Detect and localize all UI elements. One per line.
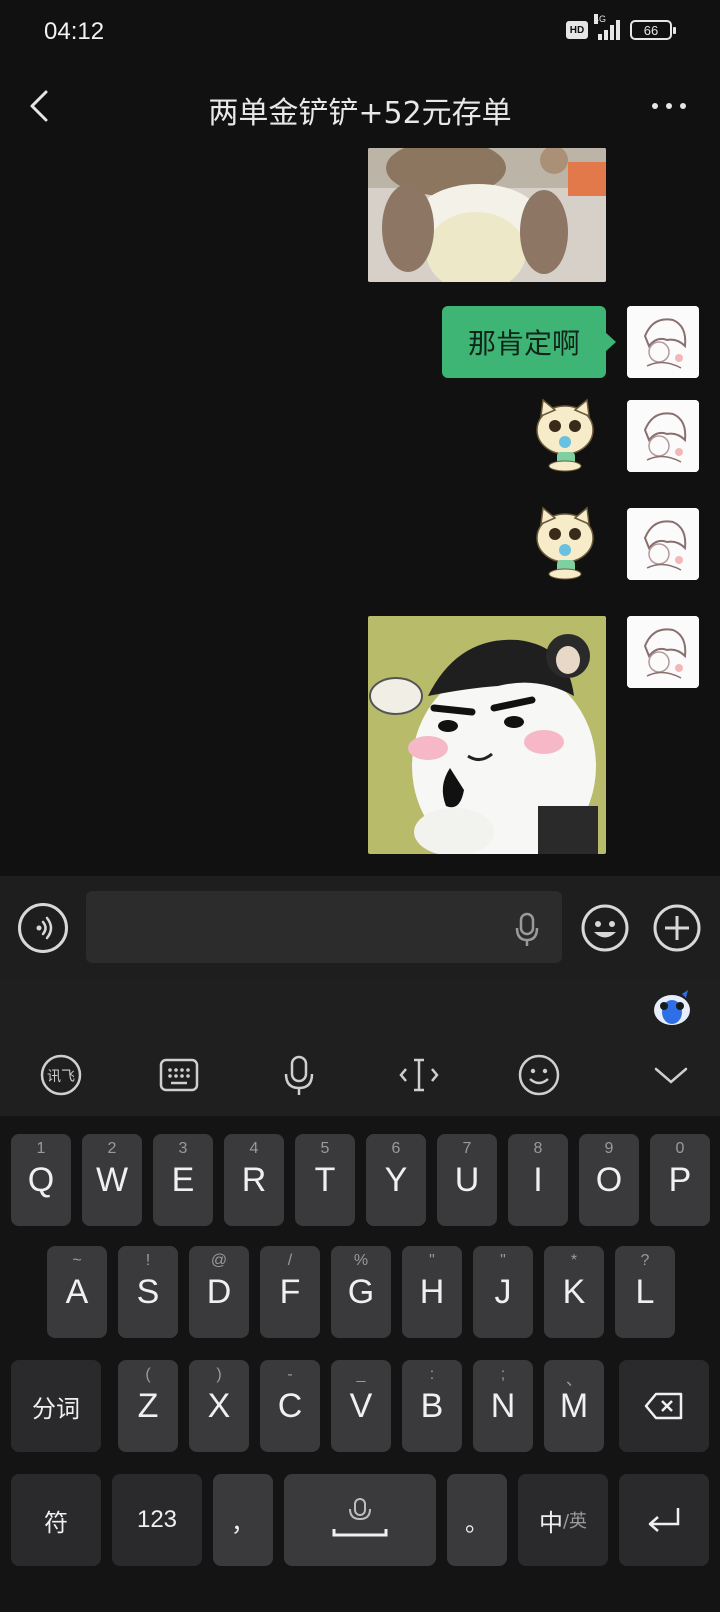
key-e[interactable]: 3E — [153, 1134, 213, 1226]
enter-key[interactable] — [619, 1474, 709, 1566]
ime-mascot-icon[interactable] — [652, 988, 692, 1028]
key-m[interactable]: 、 M — [544, 1360, 604, 1452]
key-v[interactable]: _ V — [331, 1360, 391, 1452]
plus-circle-icon[interactable] — [652, 903, 702, 953]
key-k[interactable]: * K — [544, 1246, 604, 1338]
more-horizontal-icon[interactable] — [652, 96, 686, 116]
message-input[interactable] — [86, 891, 562, 963]
key-a[interactable]: ~ A — [47, 1246, 107, 1338]
space-mic-icon — [332, 1498, 388, 1537]
key-b[interactable]: :B — [402, 1360, 462, 1452]
signal-icon: 4G — [594, 14, 620, 40]
key-j[interactable]: " J — [473, 1246, 533, 1338]
chat-messages: 那肯定啊 — [0, 148, 720, 876]
period-key[interactable]: 。 — [447, 1474, 507, 1566]
key-t[interactable]: 5T — [295, 1134, 355, 1226]
key-l[interactable]: ? L — [615, 1246, 675, 1338]
cow-thinking-sticker[interactable] — [368, 616, 606, 854]
symbol-key[interactable]: 符 — [11, 1474, 101, 1566]
key-o[interactable]: 9O — [579, 1134, 639, 1226]
key-h[interactable]: " H — [402, 1246, 462, 1338]
avatar[interactable] — [627, 616, 699, 688]
key-z[interactable]: (Z — [118, 1360, 178, 1452]
key-y[interactable]: 6Y — [366, 1134, 426, 1226]
ifly-icon[interactable]: 讯飞 — [38, 1052, 84, 1098]
enter-icon — [648, 1508, 680, 1532]
text-message-bubble[interactable]: 那肯定啊 — [441, 306, 617, 378]
key-g[interactable]: % G — [331, 1246, 391, 1338]
voice-icon[interactable] — [18, 903, 68, 953]
chat-header: 两单金铲铲+52元存单 — [0, 66, 720, 148]
key-p[interactable]: 0P — [650, 1134, 710, 1226]
key-w[interactable]: 2W — [82, 1134, 142, 1226]
collapse-icon[interactable] — [648, 1052, 694, 1098]
backspace-icon — [644, 1392, 683, 1420]
image-message[interactable] — [368, 148, 606, 282]
avatar[interactable] — [627, 508, 699, 580]
status-time: 04:12 — [44, 18, 105, 45]
chat-title: 两单金铲铲+52元存单 — [208, 96, 512, 131]
key-s[interactable]: ! S — [118, 1246, 178, 1338]
keyboard-keys: 1Q 2W 3E 4R 5T 6Y 7U 8I 9O 0P ~ A ! S @ D /… — [0, 1116, 720, 1612]
key-x[interactable]: ) X — [189, 1360, 249, 1452]
hd-icon: HD — [566, 21, 588, 39]
key-r[interactable]: 4R — [224, 1134, 284, 1226]
keyboard-icon[interactable] — [156, 1052, 202, 1098]
svg-text:讯飞: 讯飞 — [47, 1069, 75, 1085]
mic-icon[interactable] — [276, 1052, 322, 1098]
comma-key[interactable]: ， — [213, 1474, 273, 1566]
key-c[interactable]: -C — [260, 1360, 320, 1452]
message-text: 那肯定啊 — [467, 327, 580, 360]
key-n[interactable]: ; N — [473, 1360, 533, 1452]
mic-icon[interactable] — [514, 912, 540, 948]
status-icons: HD 4G 66 — [566, 14, 676, 40]
language-switch-key[interactable]: 中/英 — [518, 1474, 608, 1566]
segment-key[interactable]: 分词 — [11, 1360, 101, 1452]
input-bar — [0, 876, 720, 978]
battery-icon: 66 — [630, 20, 676, 40]
key-f[interactable]: / F — [260, 1246, 320, 1338]
status-bar: 04:12 HD 4G 66 — [0, 0, 720, 66]
cat-sticker[interactable] — [527, 394, 605, 472]
battery-level: 66 — [643, 22, 659, 38]
emoji-icon[interactable] — [516, 1052, 562, 1098]
avatar[interactable] — [627, 400, 699, 472]
network-type-label: 4G — [594, 14, 607, 24]
key-q[interactable]: 1Q — [11, 1134, 71, 1226]
cat-sticker[interactable] — [527, 502, 605, 580]
key-u[interactable]: 7U — [437, 1134, 497, 1226]
keyboard: 讯飞 1 Q 2 W 3 E 4 R 5 T 6 Y 7 U 8 I 9 O 0… — [0, 978, 720, 1612]
cursor-icon[interactable] — [396, 1052, 442, 1098]
key-i[interactable]: 8I — [508, 1134, 568, 1226]
space-key[interactable] — [284, 1474, 436, 1566]
number-key[interactable]: 123 — [112, 1474, 202, 1566]
emoji-icon[interactable] — [580, 903, 630, 953]
key-d[interactable]: @ D — [189, 1246, 249, 1338]
keyboard-toolbar: 讯飞 — [0, 978, 720, 1116]
avatar[interactable] — [627, 306, 699, 378]
backspace-key[interactable] — [619, 1360, 709, 1452]
